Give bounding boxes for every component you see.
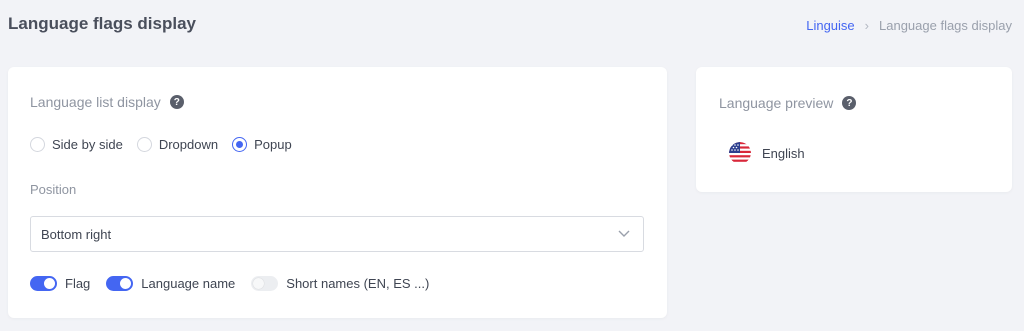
toggle-flag[interactable]: Flag [30,276,90,291]
us-flag-icon [729,142,751,164]
radio-side-by-side[interactable]: Side by side [30,137,123,152]
toggle-short-names[interactable]: Short names (EN, ES ...) [251,276,429,291]
radio-popup[interactable]: Popup [232,137,292,152]
position-select[interactable]: Bottom right [30,216,644,252]
preview-card: Language preview ? English [696,67,1012,192]
toggle-flag-switch[interactable] [30,276,57,291]
chevron-down-icon [618,230,630,237]
help-icon[interactable]: ? [842,96,857,110]
settings-card: Language list display ? Side by side Dro… [8,67,667,318]
language-preview-label: Language preview ? [719,95,857,111]
breadcrumb-separator: › [864,18,869,33]
preview-language-item: English [729,142,805,164]
radio-side-by-side-label: Side by side [52,137,123,152]
toggle-language-name[interactable]: Language name [106,276,235,291]
toggle-flag-label: Flag [65,276,91,291]
language-preview-text: Language preview [719,95,834,111]
display-mode-radio-group: Side by side Dropdown Popup [30,137,306,152]
breadcrumb-current: Language flags display [879,18,1012,33]
radio-popup-circle[interactable] [232,137,248,152]
language-list-display-text: Language list display [30,94,161,110]
page-title: Language flags display [8,14,196,33]
radio-dropdown-label: Dropdown [158,137,219,152]
radio-popup-label: Popup [254,137,292,152]
radio-dropdown[interactable]: Dropdown [136,137,219,152]
display-toggles: Flag Language name Short names (EN, ES .… [30,276,445,291]
language-list-display-label: Language list display ? [30,94,184,110]
toggle-language-name-switch[interactable] [106,276,134,291]
position-label: Position [30,182,77,197]
toggle-short-names-switch[interactable] [251,276,279,291]
breadcrumb: Linguise › Language flags display [806,18,1012,33]
radio-side-by-side-circle[interactable] [30,137,45,152]
radio-dropdown-circle[interactable] [136,137,152,152]
position-select-value: Bottom right [41,226,112,242]
preview-language-name: English [762,145,805,161]
help-icon[interactable]: ? [169,95,184,109]
toggle-short-names-label: Short names (EN, ES ...) [286,276,430,291]
toggle-language-name-label: Language name [141,276,236,291]
breadcrumb-link-linguise[interactable]: Linguise [806,18,854,33]
